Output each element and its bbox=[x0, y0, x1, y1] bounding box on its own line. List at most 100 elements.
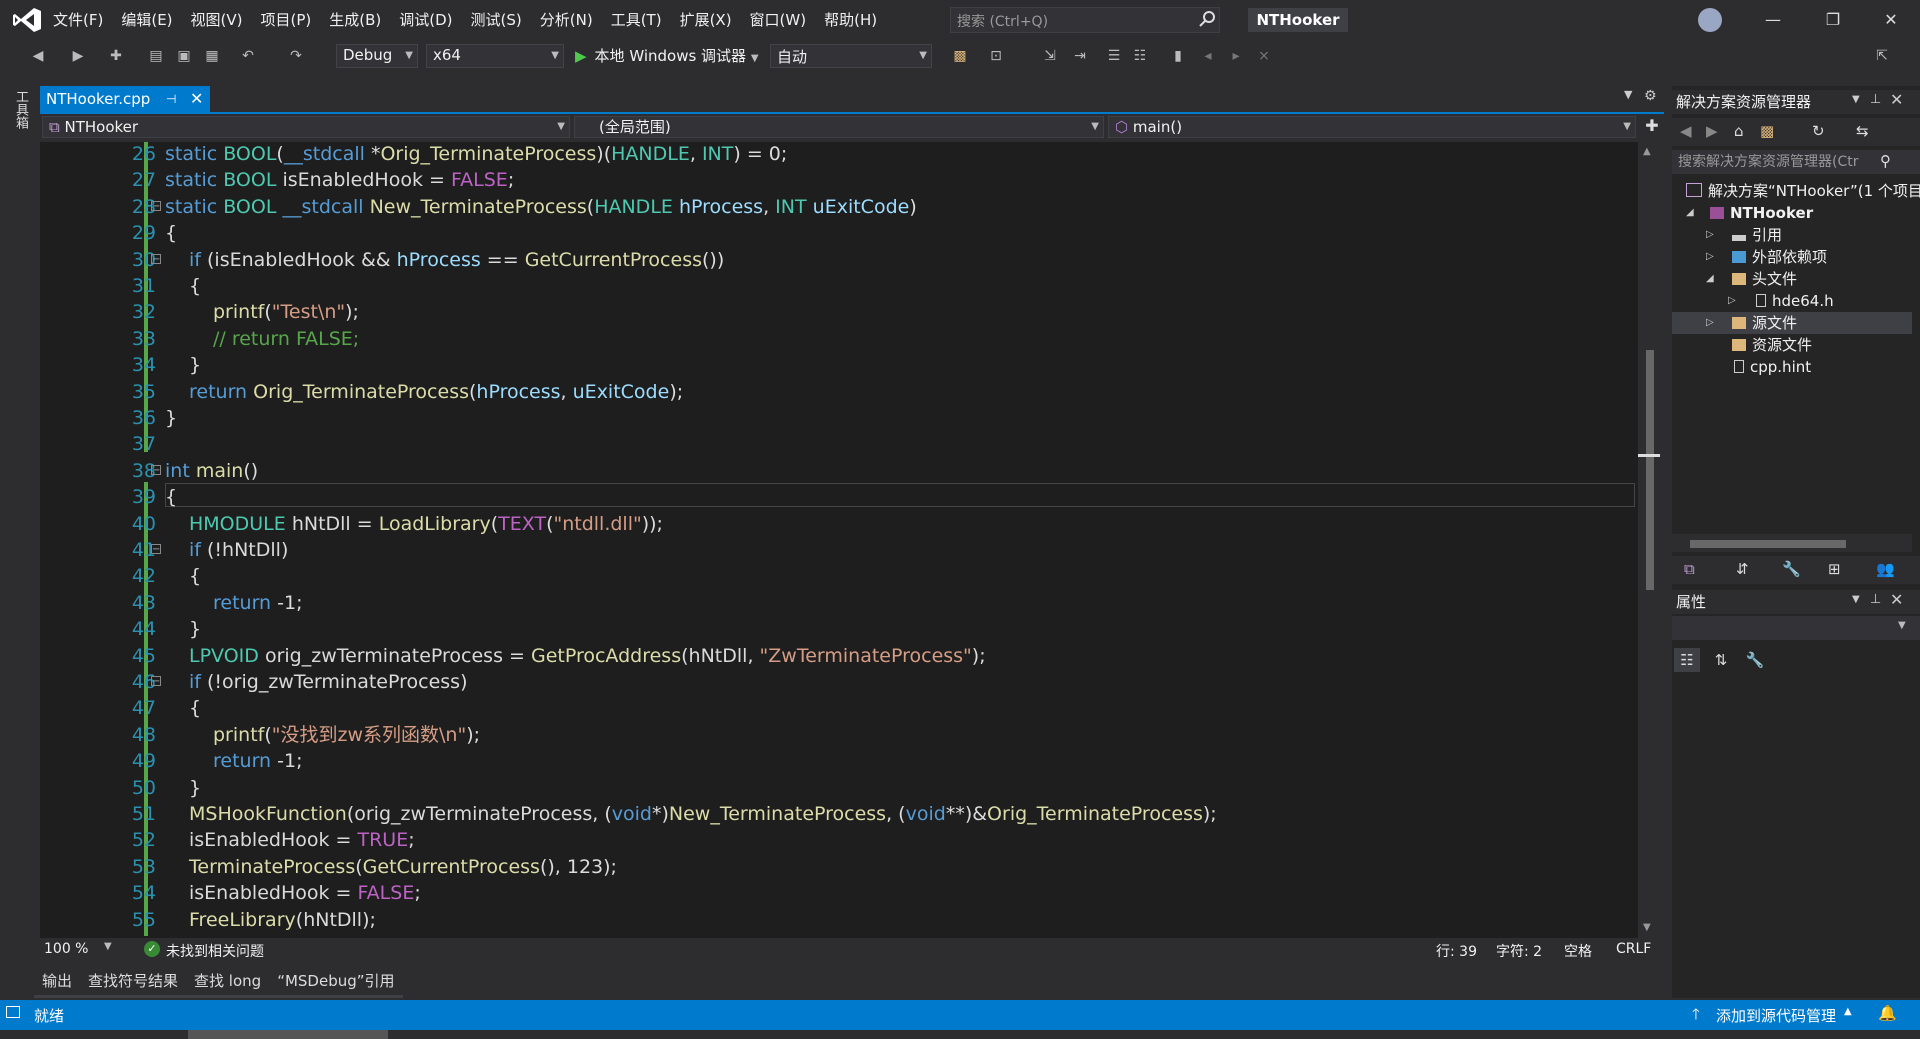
tree-header-files[interactable]: 头文件 bbox=[1732, 268, 1797, 290]
code-line[interactable]: 42 { bbox=[40, 563, 1636, 589]
alphabetical-icon[interactable]: ⇅ bbox=[1708, 648, 1734, 672]
code-line[interactable]: 32 printf("Test\n"); bbox=[40, 299, 1636, 325]
panel-menu-icon[interactable]: ▼ bbox=[1852, 594, 1860, 605]
code-line[interactable]: 45 LPVOID orig_zwTerminateProcess = GetPr… bbox=[40, 643, 1636, 669]
pin-icon[interactable]: ⊣ bbox=[166, 86, 184, 112]
pin-icon[interactable]: ⊥ bbox=[1870, 592, 1881, 607]
chevron-up-icon[interactable]: ▲ bbox=[1844, 1006, 1852, 1017]
fold-toggle-icon[interactable]: − bbox=[151, 676, 161, 687]
close-window-button[interactable]: ✕ bbox=[1868, 4, 1914, 36]
menu-tools[interactable]: 工具(T) bbox=[602, 0, 671, 40]
tree-source-files[interactable]: 源文件 bbox=[1732, 312, 1797, 334]
tree-resource-files[interactable]: 资源文件 bbox=[1732, 334, 1812, 356]
search-icon[interactable]: ⚲ bbox=[1880, 152, 1891, 170]
code-line[interactable]: 39 { bbox=[40, 484, 1636, 510]
issues-status[interactable]: 未找到相关问题 bbox=[166, 941, 264, 961]
next-bookmark-icon[interactable]: ▸ bbox=[1226, 46, 1246, 66]
menu-build[interactable]: 生成(B) bbox=[320, 0, 390, 40]
scrollbar-thumb[interactable] bbox=[1690, 540, 1846, 548]
save-all-icon[interactable]: ▦ bbox=[202, 46, 222, 66]
back-icon[interactable]: ◀ bbox=[1680, 122, 1692, 140]
panel-menu-icon[interactable]: ▼ bbox=[1852, 94, 1860, 105]
step-over-icon[interactable]: ⇥ bbox=[1070, 46, 1090, 66]
code-line[interactable]: 31 { bbox=[40, 273, 1636, 299]
code-line[interactable]: 37 bbox=[40, 431, 1636, 457]
search-input[interactable]: 搜索 (Ctrl+Q) bbox=[950, 7, 1220, 33]
code-line[interactable]: 40 HMODULE hNtDll = LoadLibrary(TEXT("ntd… bbox=[40, 511, 1636, 537]
line-ending-status[interactable]: CRLF bbox=[1616, 941, 1651, 957]
indent-icon[interactable]: ☰ bbox=[1104, 46, 1124, 66]
save-icon[interactable]: ▣ bbox=[174, 46, 194, 66]
close-tab-icon[interactable]: ✕ bbox=[190, 86, 208, 112]
menu-window[interactable]: 窗口(W) bbox=[741, 0, 816, 40]
clear-bookmarks-icon[interactable]: ⨯ bbox=[1254, 46, 1274, 66]
line-number-status[interactable]: 行: 39 bbox=[1436, 941, 1477, 961]
code-line[interactable]: 48 printf("没找到zw系列函数\n"); bbox=[40, 722, 1636, 748]
code-line[interactable]: 35 return Orig_TerminateProcess(hProcess,… bbox=[40, 379, 1636, 405]
notifications-bell-icon[interactable]: 🔔 bbox=[1878, 1004, 1897, 1022]
outdent-icon[interactable]: ☷ bbox=[1130, 46, 1150, 66]
platform-select[interactable]: x64 ▼ bbox=[426, 44, 564, 68]
pending-changes-icon[interactable]: ↻ bbox=[1812, 122, 1825, 140]
code-line[interactable]: 36} bbox=[40, 405, 1636, 431]
collapse-icon[interactable]: ◢ bbox=[1686, 202, 1694, 224]
code-line[interactable]: 34} bbox=[40, 352, 1636, 378]
menu-test[interactable]: 测试(S) bbox=[462, 0, 531, 40]
scroll-up-icon[interactable]: ▲ bbox=[1643, 146, 1651, 157]
code-line[interactable]: 53 TerminateProcess(GetCurrentProcess(), … bbox=[40, 854, 1636, 880]
indent-status[interactable]: 空格 bbox=[1564, 941, 1592, 961]
minimize-button[interactable]: — bbox=[1750, 4, 1796, 36]
tree-references[interactable]: 引用 bbox=[1732, 224, 1782, 246]
fold-toggle-icon[interactable]: − bbox=[151, 464, 161, 475]
sync-icon[interactable]: ⇆ bbox=[1856, 122, 1869, 140]
new-project-icon[interactable]: ✚ bbox=[106, 46, 126, 66]
code-line[interactable]: 26 static BOOL(__stdcall *Orig_TerminateP… bbox=[40, 141, 1636, 167]
redo-icon[interactable]: ↷ bbox=[286, 46, 306, 66]
member-nav-select[interactable]: ⬡ main() ▼ bbox=[1108, 116, 1636, 138]
switch-views-icon[interactable]: ▩ bbox=[1760, 122, 1774, 140]
code-line[interactable]: 54 isEnabledHook = FALSE; bbox=[40, 880, 1636, 906]
code-lines[interactable]: 26 static BOOL(__stdcall *Orig_TerminateP… bbox=[40, 141, 1636, 937]
split-editor-icon[interactable]: ✚ bbox=[1642, 116, 1662, 138]
menu-edit[interactable]: 编辑(E) bbox=[112, 0, 181, 40]
code-line[interactable]: 41− if (!hNtDll) bbox=[40, 537, 1636, 563]
code-line[interactable]: 52 isEnabledHook = TRUE; bbox=[40, 827, 1636, 853]
menu-file[interactable]: 文件(F) bbox=[44, 0, 112, 40]
tab-find-long[interactable]: 查找 long bbox=[186, 967, 270, 998]
property-pages-icon[interactable]: 🔧 bbox=[1742, 648, 1768, 672]
code-line[interactable]: 50} bbox=[40, 775, 1636, 801]
collapse-icon[interactable]: ◢ bbox=[1706, 268, 1714, 290]
fold-toggle-icon[interactable]: − bbox=[151, 544, 161, 555]
close-panel-icon[interactable]: ✕ bbox=[1890, 90, 1903, 109]
code-line[interactable]: 51 MSHookFunction(orig_zwTerminateProcess… bbox=[40, 801, 1636, 827]
forward-icon[interactable]: ▶ bbox=[1706, 122, 1718, 140]
menu-view[interactable]: 视图(V) bbox=[182, 0, 252, 40]
expand-icon[interactable]: ▷ bbox=[1706, 224, 1714, 246]
fold-toggle-icon[interactable]: − bbox=[151, 200, 161, 211]
prev-bookmark-icon[interactable]: ◂ bbox=[1198, 46, 1218, 66]
code-line[interactable]: 38− int main() bbox=[40, 458, 1636, 484]
search-icon[interactable] bbox=[1198, 10, 1216, 28]
code-line[interactable]: 43 return -1; bbox=[40, 590, 1636, 616]
step-into-icon[interactable]: ⇲ bbox=[1040, 46, 1060, 66]
avatar[interactable] bbox=[1698, 8, 1722, 32]
live-share-icon[interactable]: ⇱ bbox=[1872, 46, 1892, 66]
expand-icon[interactable]: ▷ bbox=[1728, 290, 1736, 312]
undo-icon[interactable]: ↶ bbox=[238, 46, 258, 66]
scroll-down-icon[interactable]: ▼ bbox=[1643, 922, 1651, 933]
gear-icon[interactable]: ⚙ bbox=[1644, 88, 1662, 108]
code-line[interactable]: 29 { bbox=[40, 220, 1636, 246]
tab-nthooker-cpp[interactable]: NTHooker.cpp bbox=[40, 86, 210, 112]
bookmark-icon[interactable]: ▮ bbox=[1168, 46, 1188, 66]
fold-toggle-icon[interactable]: − bbox=[151, 253, 161, 264]
code-line[interactable]: 44} bbox=[40, 616, 1636, 642]
expand-icon[interactable]: ▷ bbox=[1706, 246, 1714, 268]
code-line[interactable]: 47 { bbox=[40, 695, 1636, 721]
code-line[interactable]: 33 // return FALSE; bbox=[40, 326, 1636, 352]
categorized-icon[interactable]: ☷ bbox=[1674, 648, 1700, 672]
scrollbar-thumb[interactable] bbox=[1646, 350, 1654, 590]
tree-external-dependencies[interactable]: 外部依赖项 bbox=[1732, 246, 1827, 268]
code-line[interactable]: 27 static BOOL isEnabledHook = FALSE; bbox=[40, 167, 1636, 193]
browse-icon[interactable]: ▩ bbox=[950, 46, 970, 66]
forward-icon[interactable]: ▶ bbox=[68, 46, 88, 66]
